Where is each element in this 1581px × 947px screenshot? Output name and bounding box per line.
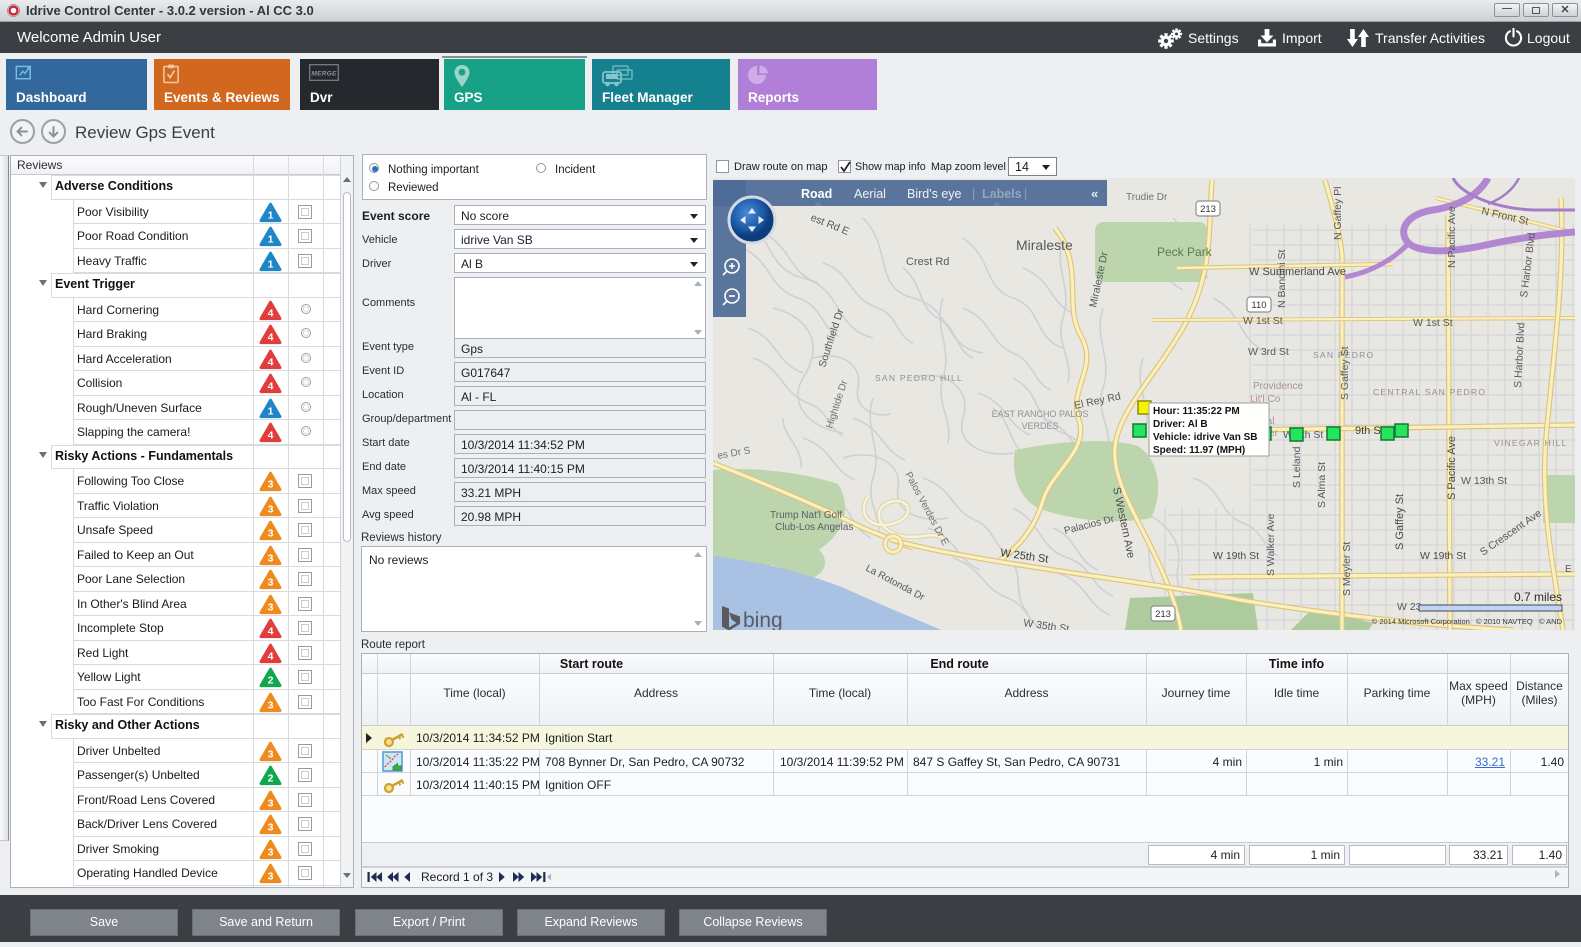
svg-text:VERDES: VERDES [1021, 421, 1058, 431]
svg-text:Labels: Labels [982, 187, 1022, 201]
svg-text:S Pacific Ave: S Pacific Ave [1446, 436, 1458, 500]
svg-text:N Pacific Ave: N Pacific Ave [1446, 206, 1458, 268]
svg-text:3: 3 [268, 577, 274, 589]
svg-text:3: 3 [268, 797, 274, 809]
svg-text:© 2014 Microsoft Corporation: © 2014 Microsoft Corporation © 2010 NAVT… [1372, 617, 1563, 626]
svg-text:S Leland: S Leland [1291, 446, 1303, 488]
svg-text:MERGE: MERGE [311, 71, 337, 78]
svg-text:9th St: 9th St [1355, 425, 1384, 437]
svg-text:S Gaffey St: S Gaffey St [1339, 346, 1351, 400]
svg-text:1: 1 [268, 405, 274, 417]
svg-text:|: | [972, 187, 975, 201]
svg-text:3: 3 [268, 479, 274, 491]
svg-text:213: 213 [1155, 609, 1171, 620]
svg-text:VINEGAR HILL: VINEGAR HILL [1494, 438, 1568, 448]
svg-text:E 22: E 22 [1565, 564, 1575, 575]
svg-text:4: 4 [268, 650, 274, 662]
svg-text:Trudie Dr: Trudie Dr [1126, 192, 1168, 203]
svg-text:Vehicle: idrive Van SB: Vehicle: idrive Van SB [1153, 432, 1258, 443]
svg-text:bing: bing [743, 609, 783, 630]
svg-text:«: « [1091, 186, 1098, 201]
svg-text:S Walker Ave: S Walker Ave [1265, 513, 1277, 576]
svg-text:W Summerland Ave: W Summerland Ave [1249, 266, 1346, 278]
svg-text:3: 3 [268, 601, 274, 613]
svg-text:|: | [1024, 187, 1027, 201]
svg-text:4: 4 [268, 356, 274, 368]
svg-text:Peck Park: Peck Park [1157, 245, 1213, 259]
svg-text:Aerial: Aerial [854, 187, 886, 201]
svg-text:W 1st St: W 1st St [1243, 315, 1283, 327]
svg-text:W 23: W 23 [1397, 601, 1422, 613]
svg-text:S Meyler St: S Meyler St [1341, 542, 1353, 596]
svg-text:4: 4 [268, 430, 274, 442]
svg-text:3: 3 [268, 748, 274, 760]
svg-text:3: 3 [268, 503, 274, 515]
svg-text:W 19th St: W 19th St [1420, 550, 1466, 562]
svg-text:EAST RANCHO PALOS: EAST RANCHO PALOS [992, 409, 1089, 419]
svg-text:2: 2 [268, 675, 274, 687]
svg-text:4: 4 [268, 626, 274, 638]
svg-text:3: 3 [268, 871, 274, 883]
svg-text:N Gaffey Pl: N Gaffey Pl [1332, 187, 1344, 241]
svg-text:W 3rd St: W 3rd St [1248, 346, 1289, 358]
svg-text:W 1st St: W 1st St [1413, 317, 1453, 329]
svg-text:1: 1 [268, 258, 274, 270]
svg-text:4: 4 [268, 381, 274, 393]
svg-text:W 13th St: W 13th St [1461, 475, 1507, 487]
svg-text:Speed: 11.97 (MPH): Speed: 11.97 (MPH) [1153, 445, 1245, 456]
svg-text:3: 3 [268, 822, 274, 834]
svg-text:3: 3 [268, 699, 274, 711]
svg-text:Trump Nat'l Golf: Trump Nat'l Golf [770, 510, 842, 521]
svg-text:S Gaffey St: S Gaffey St [1394, 494, 1406, 550]
svg-text:Providence: Providence [1253, 381, 1303, 392]
svg-text:Bird's eye: Bird's eye [907, 187, 962, 201]
svg-text:Hour: 11:35:22 PM: Hour: 11:35:22 PM [1153, 406, 1240, 417]
svg-text:0.7 miles: 0.7 miles [1514, 590, 1562, 604]
svg-text:1: 1 [268, 234, 274, 246]
svg-text:1: 1 [268, 209, 274, 221]
svg-text:3: 3 [268, 846, 274, 858]
svg-text:Crest Rd: Crest Rd [906, 256, 949, 268]
svg-text:CENTRAL SAN PEDRO: CENTRAL SAN PEDRO [1373, 387, 1486, 397]
svg-text:4: 4 [268, 307, 274, 319]
svg-text:Road: Road [801, 187, 832, 201]
svg-text:W 19th St: W 19th St [1213, 550, 1259, 562]
svg-text:2: 2 [268, 773, 274, 785]
svg-text:110: 110 [1251, 300, 1266, 311]
svg-text:3: 3 [268, 528, 274, 540]
svg-text:3: 3 [268, 552, 274, 564]
svg-text:4: 4 [268, 332, 274, 344]
svg-text:N Bandini St: N Bandini St [1276, 250, 1288, 308]
svg-text:Miraleste: Miraleste [1016, 237, 1073, 253]
svg-text:Club-Los Angelas: Club-Los Angelas [775, 522, 853, 533]
svg-text:Driver: Al B: Driver: Al B [1153, 419, 1208, 430]
svg-text:S Alma St: S Alma St [1316, 462, 1328, 508]
svg-text:213: 213 [1200, 204, 1216, 215]
svg-text:SAN PEDRO HILL: SAN PEDRO HILL [875, 373, 963, 383]
